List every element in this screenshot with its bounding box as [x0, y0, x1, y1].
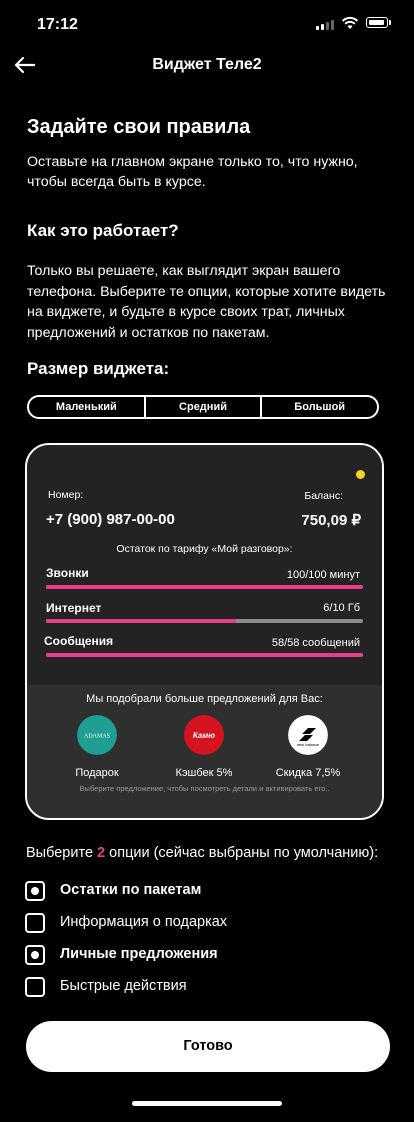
- number-label: Номер:: [48, 489, 84, 501]
- tariff-text: Остаток по тарифу «Мой разговор»:: [116, 543, 293, 555]
- checkbox[interactable]: [25, 945, 45, 965]
- internet-progress: [46, 619, 363, 623]
- size-option-large[interactable]: Большой: [262, 397, 377, 417]
- calls-progress: [46, 585, 363, 589]
- home-indicator: [132, 1101, 282, 1106]
- size-option-small[interactable]: Маленький: [29, 397, 146, 417]
- wifi-icon: [341, 16, 359, 29]
- offers-hint: Выберите предложение, чтобы посмотреть д…: [79, 784, 330, 793]
- done-button[interactable]: Готово: [26, 1021, 390, 1072]
- choose-options-text: Выберите 2 опции (сейчас выбраны по умол…: [26, 845, 379, 861]
- widget-preview: Номер: +7 (900) 987-00-00 Баланс: 750,09…: [25, 443, 384, 820]
- how-title: Как это работает?: [27, 221, 179, 240]
- options-count: 2: [97, 845, 106, 861]
- offer-label-discount: Скидка 7,5%: [275, 767, 341, 779]
- svg-text:ADAMAS: ADAMAS: [84, 734, 110, 740]
- battery-icon: [366, 17, 388, 28]
- sms-progress: [46, 653, 363, 657]
- cellular-signal-icon: [316, 18, 336, 30]
- offer-label-cashback: Кэшбек 5%: [175, 767, 233, 779]
- page-title: Виджет Теле2: [152, 56, 262, 73]
- calls-value: 100/100 минут: [286, 569, 360, 581]
- status-bar: 17:12: [0, 0, 414, 44]
- offer-label-gift: Подарок: [75, 767, 119, 779]
- size-title: Размер виджета:: [27, 359, 170, 378]
- offers-title: Мы подобрали больше предложений для Вас:: [86, 693, 323, 705]
- internet-label: Интернет: [46, 601, 102, 615]
- checkbox[interactable]: [25, 913, 45, 933]
- svg-text:new balance: new balance: [297, 742, 320, 747]
- internet-value: 6/10 Гб: [323, 602, 360, 614]
- kamyu-logo[interactable]: Камю: [184, 715, 224, 755]
- phone-number: +7 (900) 987-00-00: [46, 511, 175, 528]
- widget-size-selector: Маленький Средний Большой: [27, 395, 379, 419]
- sms-label: Сообщения: [44, 634, 114, 648]
- calls-label: Звонки: [46, 566, 89, 580]
- new-balance-logo[interactable]: new balance: [288, 715, 328, 755]
- how-text: Только вы решаете, как выглядит экран ва…: [27, 263, 386, 341]
- top-bar: Виджет Теле2: [0, 44, 414, 88]
- adamas-logo[interactable]: ADAMAS: [77, 715, 117, 755]
- checkbox[interactable]: [25, 977, 45, 997]
- balance-value: 750,09 ₽: [301, 512, 361, 529]
- sms-value: 58/58 сообщений: [271, 637, 360, 649]
- svg-text:Камю: Камю: [193, 731, 215, 740]
- status-dot-icon: [356, 470, 365, 479]
- status-time: 17:12: [37, 16, 78, 33]
- size-option-medium[interactable]: Средний: [146, 397, 263, 417]
- balance-label: Баланс:: [304, 490, 343, 502]
- intro-title: Задайте свои правила: [27, 116, 251, 138]
- checkbox[interactable]: [25, 881, 45, 901]
- intro-text: Оставьте на главном экране только то, чт…: [27, 154, 358, 190]
